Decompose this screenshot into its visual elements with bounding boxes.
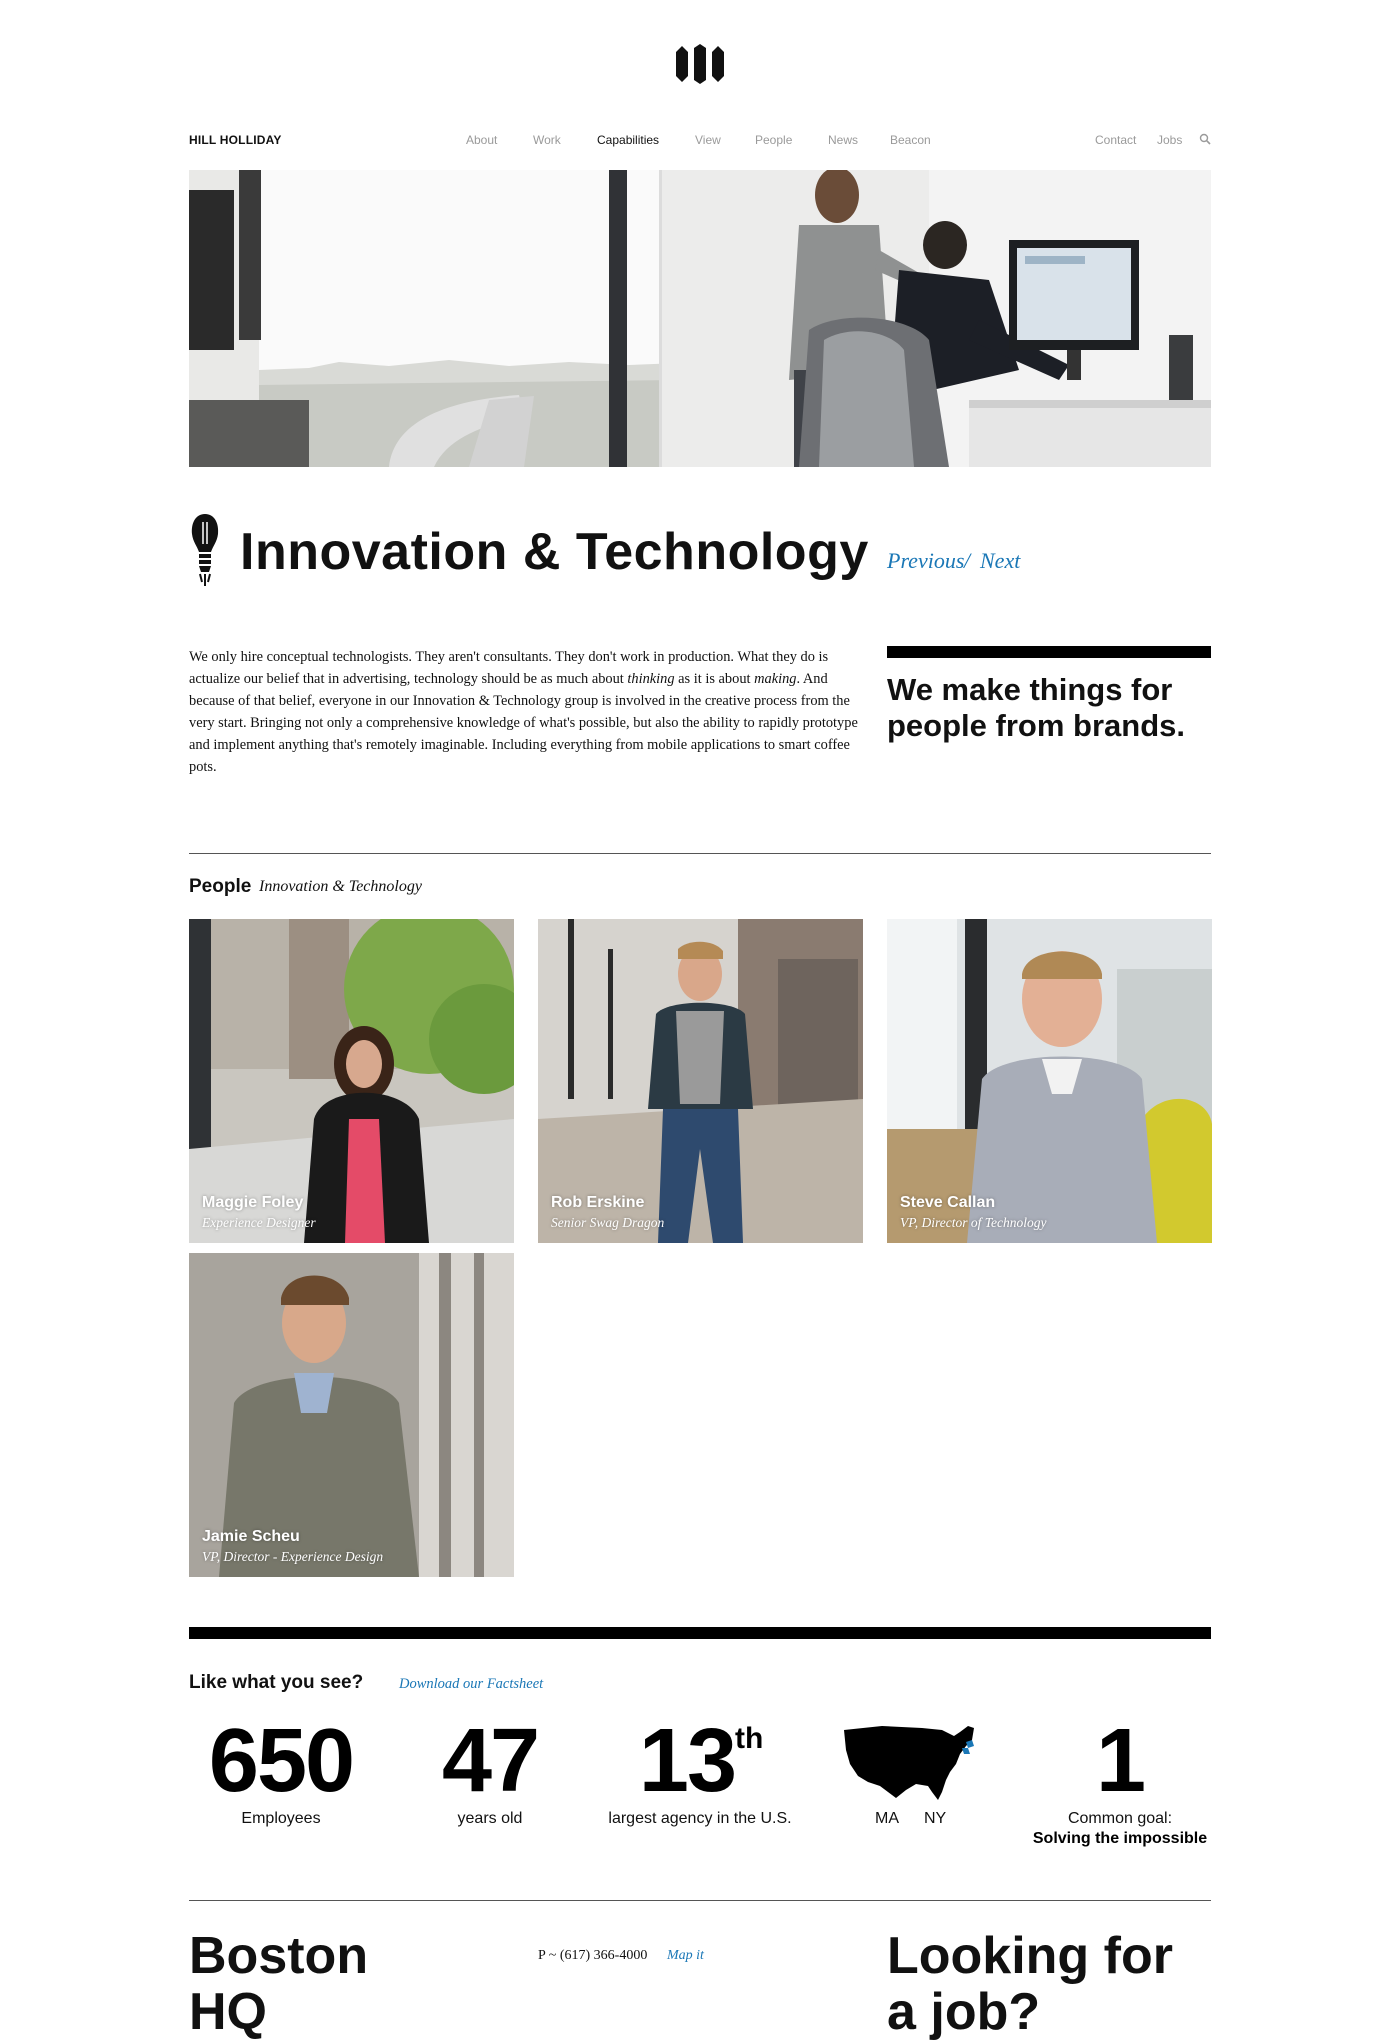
brand-name[interactable]: HILL HOLLIDAY bbox=[189, 133, 282, 147]
person-card-rob-erskine[interactable]: Rob Erskine Senior Swag Dragon bbox=[538, 919, 863, 1243]
next-link[interactable]: Next bbox=[980, 548, 1020, 574]
stat-goal-label: Common goal: bbox=[1067, 1810, 1173, 1827]
nav-work[interactable]: Work bbox=[533, 133, 561, 147]
person-name: Jamie Scheu bbox=[202, 1528, 300, 1545]
map-it-link[interactable]: Map it bbox=[667, 1948, 704, 1964]
previous-link[interactable]: Previous bbox=[887, 548, 964, 574]
person-role: VP, Director - Experience Design bbox=[202, 1549, 384, 1564]
stat-employees-value: 650 bbox=[208, 1711, 355, 1811]
intro-em-thinking: thinking bbox=[627, 671, 675, 687]
office-city-line2: HQ bbox=[189, 1983, 267, 2041]
tagline: We make things for people from brands. bbox=[887, 672, 1185, 743]
nav-capabilities[interactable]: Capabilities bbox=[597, 133, 659, 147]
person-name: Steve Callan bbox=[900, 1194, 996, 1211]
lightbulb-rocket-icon bbox=[191, 514, 219, 586]
intro-text-2: as it is about bbox=[674, 671, 755, 687]
map-label-ma: MA bbox=[875, 1810, 899, 1827]
people-heading: People bbox=[189, 876, 252, 897]
nav-news[interactable]: News bbox=[828, 133, 858, 147]
map-label-ny: NY bbox=[924, 1810, 947, 1827]
person-card-maggie-foley[interactable]: Maggie Foley Experience Designer bbox=[189, 919, 514, 1243]
factsheet-link[interactable]: Download our Factsheet bbox=[399, 1676, 543, 1693]
person-card-steve-callan[interactable]: Steve Callan VP, Director of Technology bbox=[887, 919, 1212, 1243]
office-phone: P ~ (617) 366-4000 bbox=[538, 1948, 648, 1963]
person-role: VP, Director of Technology bbox=[900, 1215, 1047, 1230]
person-role: Experience Designer bbox=[202, 1215, 316, 1230]
divider bbox=[189, 853, 1211, 854]
pager-separator: / bbox=[964, 548, 971, 573]
stat-employees-label: Employees bbox=[241, 1810, 321, 1827]
person-name: Maggie Foley bbox=[202, 1194, 304, 1211]
stat-goal-value: 1 bbox=[1095, 1711, 1146, 1811]
person-role: Senior Swag Dragon bbox=[551, 1215, 665, 1230]
stat-rank-suffix: th bbox=[735, 1722, 764, 1755]
jobs-heading-line2[interactable]: a job? bbox=[887, 1982, 1040, 2042]
stats-rule bbox=[189, 1627, 1211, 1639]
stat-goal-label-bold: Solving the impossible bbox=[1032, 1830, 1208, 1847]
stat-years-label: years old bbox=[457, 1810, 523, 1827]
like-heading: Like what you see? bbox=[189, 1672, 364, 1693]
nav-people[interactable]: People bbox=[755, 133, 792, 147]
hero-image bbox=[189, 170, 1211, 467]
intro-em-making: making bbox=[754, 671, 797, 687]
nav-contact[interactable]: Contact bbox=[1095, 133, 1136, 147]
page-title: Innovation & Technology bbox=[240, 523, 869, 581]
person-card-jamie-scheu[interactable]: Jamie Scheu VP, Director - Experience De… bbox=[189, 1253, 514, 1577]
office-city: Boston bbox=[189, 1927, 369, 1985]
stat-years-value: 47 bbox=[441, 1711, 540, 1811]
tagline-rule bbox=[887, 646, 1211, 658]
nav-jobs[interactable]: Jobs bbox=[1157, 133, 1182, 147]
person-name: Rob Erskine bbox=[551, 1194, 645, 1211]
intro-paragraph: We only hire conceptual technologists. T… bbox=[189, 646, 859, 778]
hh-logo-icon[interactable] bbox=[673, 44, 727, 84]
nav-beacon[interactable]: Beacon bbox=[890, 133, 931, 147]
stat-rank-value: 13 bbox=[638, 1711, 737, 1811]
nav-about[interactable]: About bbox=[466, 133, 497, 147]
search-icon[interactable] bbox=[1199, 133, 1211, 145]
us-map-icon bbox=[844, 1726, 974, 1800]
divider bbox=[189, 1900, 1211, 1901]
people-subheading: Innovation & Technology bbox=[259, 878, 422, 895]
jobs-heading[interactable]: Looking for bbox=[887, 1926, 1173, 1986]
nav-view[interactable]: View bbox=[695, 133, 721, 147]
stat-rank-label: largest agency in the U.S. bbox=[608, 1810, 792, 1827]
